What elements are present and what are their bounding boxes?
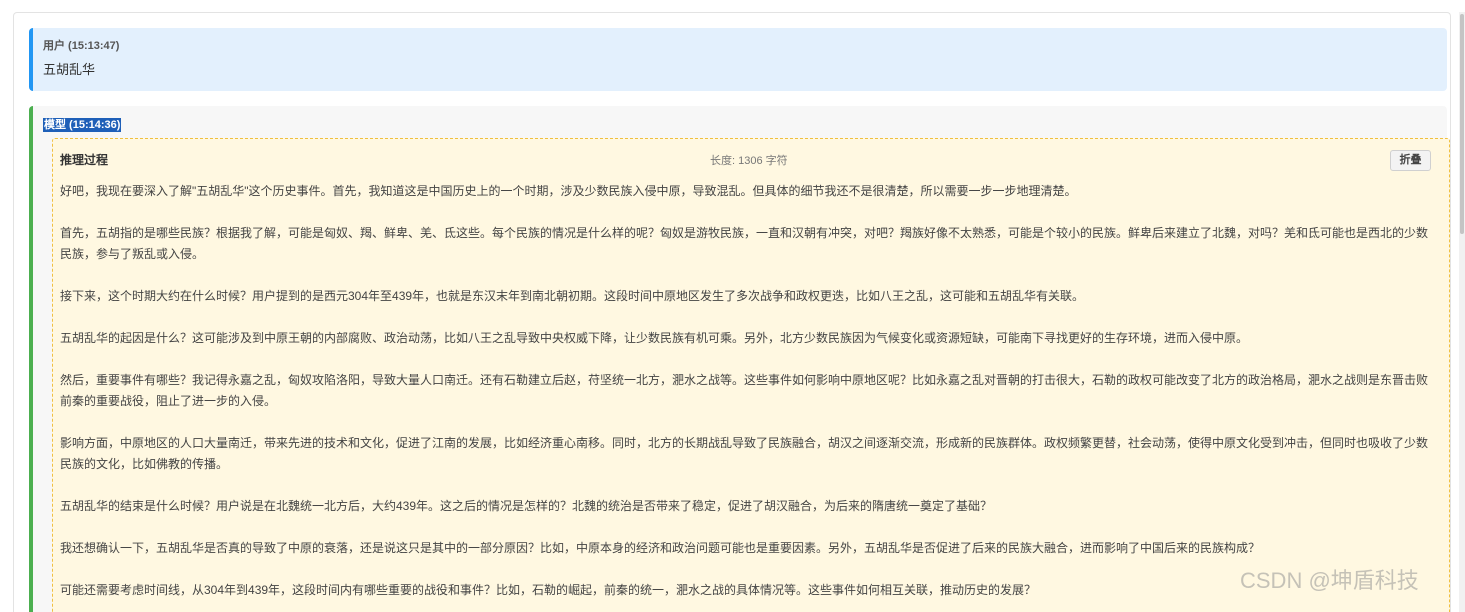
reasoning-paragraph: 五胡乱华的起因是什么？这可能涉及到中原王朝的内部腐败、政治动荡，比如八王之乱导致… — [60, 331, 1249, 345]
scrollbar-thumb[interactable] — [1460, 14, 1464, 234]
reasoning-paragraph: 五胡乱华的结束是什么时候？用户说是在北魏统一北方后，大约439年。这之后的情况是… — [60, 499, 993, 513]
user-message-header: 用户 (15:13:47) — [43, 40, 120, 52]
model-message: 模型 (15:14:36) 推理过程 长度: 1306 字符 折叠 好吧，我现在… — [29, 106, 1450, 612]
reasoning-paragraph: 好吧，我现在要深入了解"五胡乱华"这个历史事件。首先，我知道这是中国历史上的一个… — [60, 184, 1077, 198]
watermark: CSDN @坤盾科技 — [1240, 568, 1419, 593]
reasoning-body: 好吧，我现在要深入了解"五胡乱华"这个历史事件。首先，我知道这是中国历史上的一个… — [60, 181, 1430, 612]
reasoning-paragraph: 首先，五胡指的是哪些民族？根据我了解，可能是匈奴、羯、鲜卑、羌、氐这些。每个民族… — [60, 226, 1429, 261]
reasoning-paragraph: 我还想确认一下，五胡乱华是否真的导致了中原的衰落，还是说这只是其中的一部分原因？… — [60, 541, 1261, 555]
reasoning-paragraph: 影响方面，中原地区的人口大量南迁，带来先进的技术和文化，促进了江南的发展，比如经… — [60, 436, 1429, 471]
model-message-header[interactable]: 模型 (15:14:36) — [43, 118, 122, 132]
reasoning-paragraph: 然后，重要事件有哪些？我记得永嘉之乱，匈奴攻陷洛阳，导致大量人口南迁。还有石勒建… — [60, 373, 1429, 408]
scrollbar[interactable] — [1459, 12, 1465, 612]
user-message-text: 五胡乱华 — [43, 62, 96, 77]
reasoning-paragraph: 接下来，这个时期大约在什么时候？用户提到的是西元304年至439年，也就是东汉末… — [60, 289, 1085, 303]
chat-panel: 用户 (15:13:47) 五胡乱华 模型 (15:14:36) 推理过程 长度… — [13, 12, 1451, 612]
reasoning-box: 推理过程 长度: 1306 字符 折叠 好吧，我现在要深入了解"五胡乱华"这个历… — [52, 138, 1450, 612]
reasoning-title: 推理过程 — [60, 153, 109, 167]
user-message: 用户 (15:13:47) 五胡乱华 — [29, 28, 1447, 91]
fold-button[interactable]: 折叠 — [1390, 150, 1431, 171]
reasoning-paragraph: 可能还需要考虑时间线，从304年到439年，这段时间内有哪些重要的战役和事件？比… — [60, 583, 1037, 597]
reasoning-length: 长度: 1306 字符 — [710, 155, 788, 167]
